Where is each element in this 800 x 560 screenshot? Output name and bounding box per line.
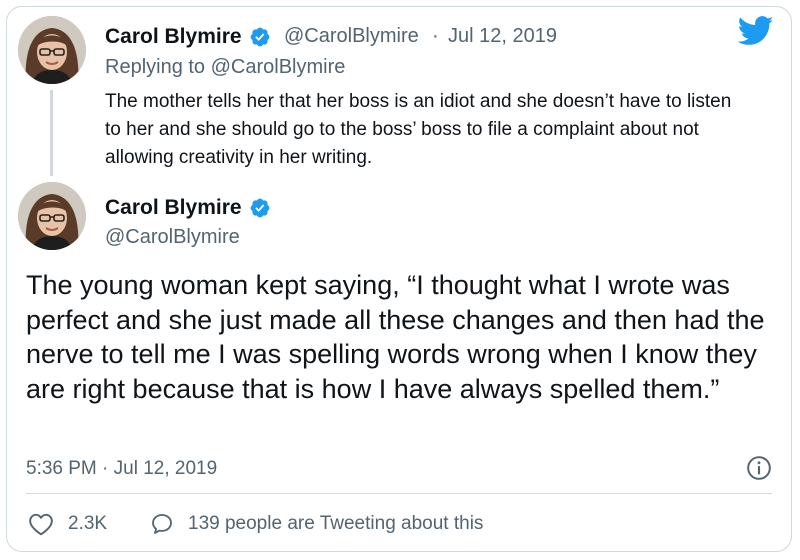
tweeting-text: 139 people are Tweeting about this — [188, 513, 484, 534]
verified-badge-icon — [250, 27, 270, 47]
info-icon[interactable] — [746, 455, 772, 481]
reply-tweet-text: The mother tells her that her boss is an… — [105, 91, 732, 168]
tweet-timestamp[interactable]: 5:36 PM · Jul 12, 2019 — [26, 458, 217, 480]
divider — [26, 493, 772, 494]
heart-icon — [29, 513, 53, 536]
thread-connector-line — [50, 90, 53, 176]
verified-badge-icon — [250, 198, 270, 218]
replying-to[interactable]: Replying to @CarolBlymire — [105, 56, 345, 79]
main-tweet-text: The young woman kept saying, “I thought … — [26, 270, 765, 404]
like-count: 2.3K — [68, 513, 108, 534]
author-handle[interactable]: @CarolBlymire — [105, 226, 240, 249]
twitter-bird-icon[interactable] — [738, 16, 774, 46]
tweet-date[interactable]: Jul 12, 2019 — [448, 25, 557, 48]
author-name[interactable]: Carol Blymire — [105, 196, 242, 220]
avatar[interactable] — [18, 16, 86, 84]
tweeting-about-link[interactable]: 139 people are Tweeting about this — [150, 512, 483, 536]
avatar[interactable] — [18, 182, 86, 250]
author-handle[interactable]: @CarolBlymire — [284, 25, 419, 48]
speech-bubble-icon — [152, 514, 172, 534]
author-name[interactable]: Carol Blymire — [105, 25, 242, 49]
date-separator: · — [432, 25, 439, 47]
like-button[interactable]: 2.3K — [28, 512, 107, 536]
